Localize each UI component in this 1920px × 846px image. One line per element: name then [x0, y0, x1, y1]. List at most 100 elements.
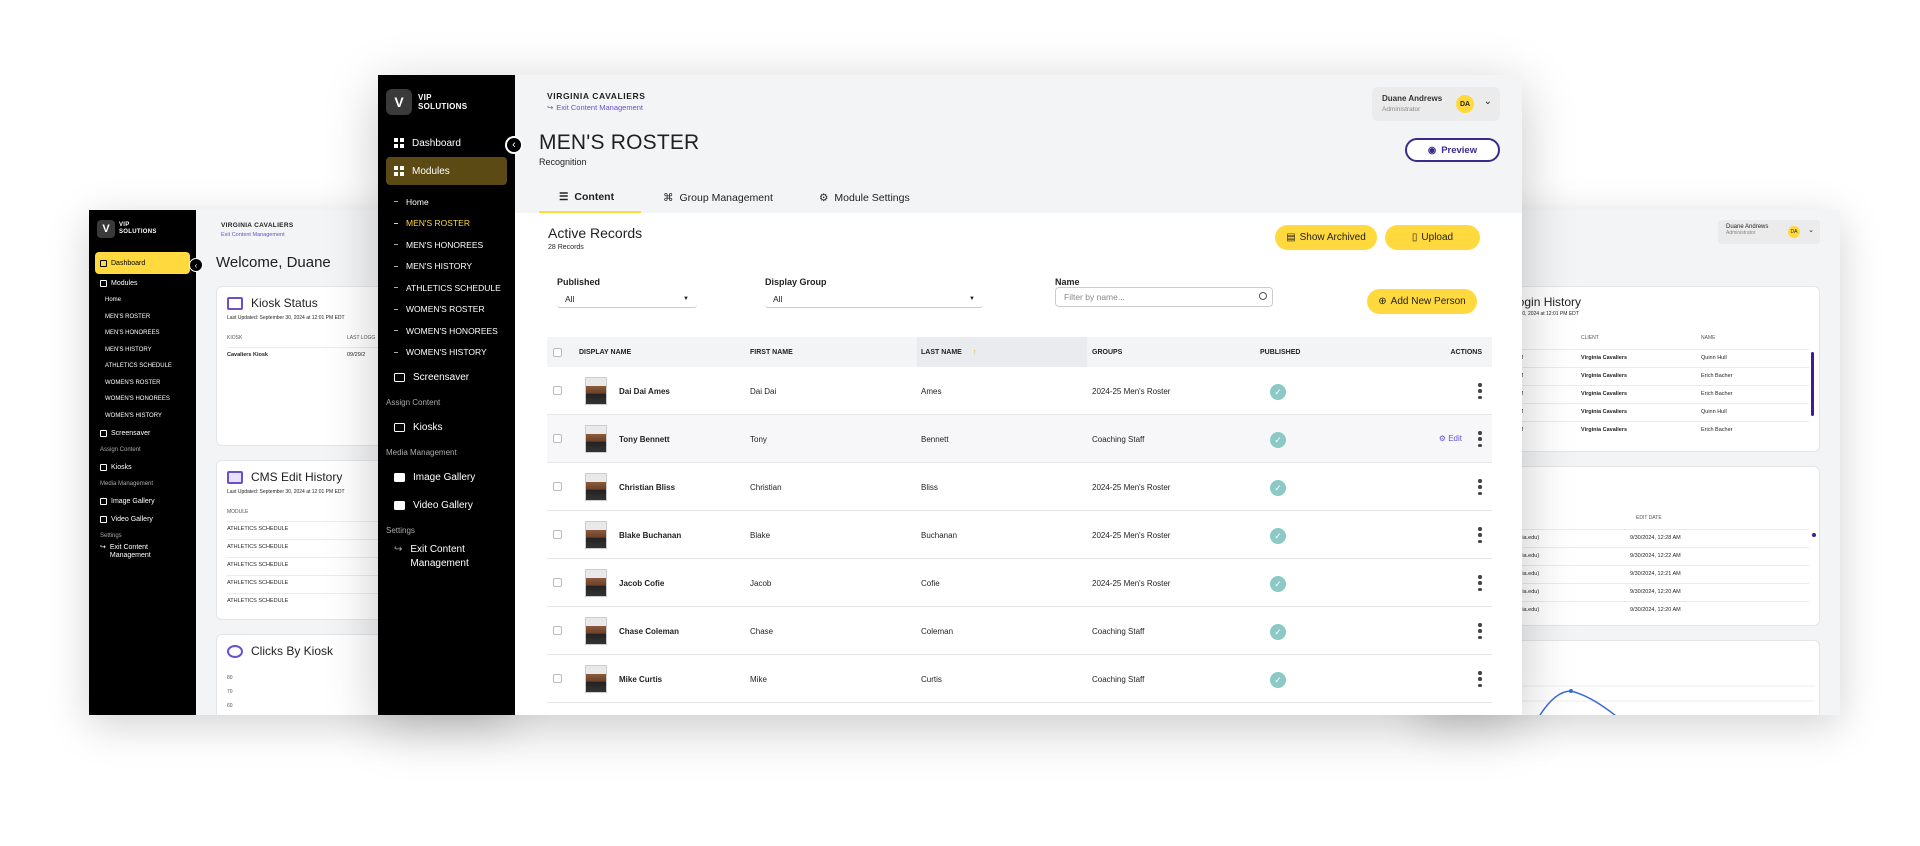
more-actions-icon[interactable] [1478, 383, 1482, 399]
table-row[interactable]: Christian Bliss Christian Bliss 2024-25 Men… [547, 463, 1492, 511]
row-checkbox[interactable] [553, 578, 562, 587]
sidebar-item-image-gallery[interactable]: Image Gallery [386, 463, 507, 491]
sidebar-sub-item[interactable]: WOMEN'S HISTORY [386, 342, 507, 364]
nav-dashboard[interactable]: Dashboard [95, 252, 190, 274]
nav-sub-item[interactable]: MEN'S HONOREES [95, 325, 190, 342]
groups-cell: 2024-25 Men's Roster [1092, 483, 1171, 492]
column-header[interactable]: LAST NAME [921, 349, 962, 356]
collapse-sidebar-icon[interactable]: ‹ [505, 136, 523, 154]
sidebar-item-modules[interactable]: Modules [386, 157, 507, 185]
column-header[interactable]: PUBLISHED [1260, 349, 1300, 356]
nav-sub-item[interactable]: MEN'S HISTORY [95, 342, 190, 359]
sidebar-sub-item[interactable]: Home [386, 191, 507, 213]
sidebar-sub-item[interactable]: WOMEN'S HONOREES [386, 320, 507, 342]
logo-line1: VIP [418, 93, 432, 102]
table-row[interactable]: Blake Buchanan Blake Buchanan 2024-25 Men's… [547, 511, 1492, 559]
kiosk-icon [394, 422, 405, 432]
nav-kiosks[interactable]: Kiosks [95, 458, 190, 476]
more-actions-icon[interactable] [1478, 671, 1482, 687]
logo-line2: SOLUTIONS [119, 229, 157, 235]
published-check-icon: ✓ [1270, 432, 1286, 448]
row-checkbox[interactable] [553, 674, 562, 683]
more-actions-icon[interactable] [1478, 431, 1482, 447]
row-checkbox[interactable] [553, 530, 562, 539]
tab-content[interactable]: ☰ Content [539, 183, 641, 213]
nav-sub-item[interactable]: Home [95, 292, 190, 309]
sort-arrow-icon[interactable]: ↑ [973, 349, 977, 356]
column-header: KIOSK [227, 335, 243, 341]
column-header[interactable]: GROUPS [1092, 349, 1122, 356]
select-all-checkbox[interactable] [553, 348, 562, 357]
record-count: 28 Records [548, 244, 584, 251]
sidebar-item-kiosks[interactable]: Kiosks [386, 413, 507, 441]
column-header[interactable]: DISPLAY NAME [579, 349, 631, 356]
grid-icon [394, 166, 404, 176]
sidebar-item-video-gallery[interactable]: Video Gallery [386, 491, 507, 519]
screenshot-stage: V VIP SOLUTIONS Dashboard Modules Home M… [0, 0, 1920, 846]
more-actions-icon[interactable] [1478, 623, 1482, 639]
first-name-cell: Tony [750, 435, 767, 444]
row-checkbox[interactable] [553, 626, 562, 635]
sidebar-sub-item[interactable]: ATHLETICS SCHEDULE [386, 277, 507, 299]
collapse-sidebar-icon[interactable]: ‹ [189, 258, 203, 272]
table-row[interactable]: Chase Coleman Chase Coleman Coaching Staff ✓ [547, 607, 1492, 655]
edit-link[interactable]: ⚙ Edit [1439, 434, 1462, 443]
more-actions-icon[interactable] [1478, 527, 1482, 543]
table-row[interactable]: Dai Dai Ames Dai Dai Ames 2024-25 Men's Ros… [547, 367, 1492, 415]
nav-sub-item[interactable]: WOMEN'S HISTORY [95, 408, 190, 425]
sidebar-section-label: Media Management [386, 447, 457, 457]
sidebar-section-label: Settings [386, 525, 415, 535]
main-panel: VIRGINIA CAVALIERS ↪ Exit Content Manage… [515, 75, 1522, 715]
logo-mark-icon: V [386, 89, 412, 115]
table-row[interactable]: Jacob Cofie Jacob Cofie 2024-25 Men's Roste… [547, 559, 1492, 607]
more-actions-icon[interactable] [1478, 479, 1482, 495]
name-filter-input[interactable]: Filter by name... [1055, 287, 1273, 307]
user-menu[interactable]: Duane Andrews Administrator DA ⌄ [1372, 87, 1500, 121]
nav-image-gallery[interactable]: Image Gallery [95, 492, 190, 510]
sidebar-item-dashboard[interactable]: Dashboard [386, 129, 507, 157]
user-menu[interactable]: Duane Andrews Administrator DA ⌄ [1718, 220, 1820, 244]
tab-group-management[interactable]: ⌘ Group Management [641, 183, 801, 213]
display-group-select[interactable]: All ▼ [765, 290, 983, 308]
sidebar-item-screensaver[interactable]: Screensaver [386, 363, 507, 391]
exit-link[interactable]: ↪ Exit Content Management [547, 103, 643, 112]
nav-video-gallery[interactable]: Video Gallery [95, 510, 190, 528]
first-name-cell: Mike [750, 675, 767, 684]
row-checkbox[interactable] [553, 434, 562, 443]
published-select[interactable]: All ▼ [557, 290, 697, 308]
upload-button[interactable]: ▯ Upload [1385, 225, 1480, 250]
add-new-person-button[interactable]: ⊕ Add New Person [1367, 289, 1477, 314]
exit-link[interactable]: Exit Content Management [221, 232, 285, 238]
nav-sub-item[interactable]: ATHLETICS SCHEDULE [95, 358, 190, 375]
dashboard-nav: Dashboard Modules Home MEN'S ROSTER MEN'… [95, 252, 190, 568]
sidebar-sub-item[interactable]: MEN'S HONOREES [386, 234, 507, 256]
tab-module-settings[interactable]: ⚙ Module Settings [801, 183, 941, 213]
scrollbar[interactable] [1812, 533, 1816, 537]
tab-bar: ☰ Content ⌘ Group Management ⚙ Module Se… [539, 183, 941, 213]
sidebar-sub-item[interactable]: WOMEN'S ROSTER [386, 299, 507, 321]
nav-sub-item[interactable]: WOMEN'S ROSTER [95, 375, 190, 392]
org-name: VIRGINIA CAVALIERS [221, 222, 294, 229]
preview-button[interactable]: ◉ Preview [1405, 138, 1500, 162]
nav-exit[interactable]: ↪ Exit Content Management [95, 544, 190, 568]
table-row[interactable]: Mike Curtis Mike Curtis Coaching Staff ✓ [547, 655, 1492, 703]
nav-sub-item[interactable]: MEN'S ROSTER [95, 309, 190, 326]
more-actions-icon[interactable] [1478, 575, 1482, 591]
show-archived-button[interactable]: ▤ Show Archived [1275, 225, 1377, 250]
published-check-icon: ✓ [1270, 384, 1286, 400]
last-updated: Last Updated: September 30, 2024 at 12:0… [227, 489, 345, 495]
table-row[interactable]: Tony Bennett Tony Bennett Coaching Staff ✓ ⚙ … [547, 415, 1492, 463]
row-checkbox[interactable] [553, 482, 562, 491]
scrollbar[interactable] [1811, 352, 1814, 416]
sidebar-item-exit[interactable]: ↪ Exit Content Management [386, 541, 507, 573]
nav-modules[interactable]: Modules [95, 274, 190, 292]
row-checkbox[interactable] [553, 386, 562, 395]
column-header[interactable]: FIRST NAME [750, 349, 793, 356]
sidebar-sub-item-current[interactable]: MEN'S ROSTER [386, 213, 507, 235]
roster-window: V VIP SOLUTIONS Dashboard Modules Home M… [378, 75, 1522, 715]
nav-screensaver[interactable]: Screensaver [95, 424, 190, 442]
sidebar-sub-item[interactable]: MEN'S HISTORY [386, 256, 507, 278]
table-body: Dai Dai Ames Dai Dai Ames 2024-25 Men's Ros… [547, 367, 1492, 703]
user-name: Duane Andrews [1382, 94, 1443, 103]
nav-sub-item[interactable]: WOMEN'S HONOREES [95, 391, 190, 408]
